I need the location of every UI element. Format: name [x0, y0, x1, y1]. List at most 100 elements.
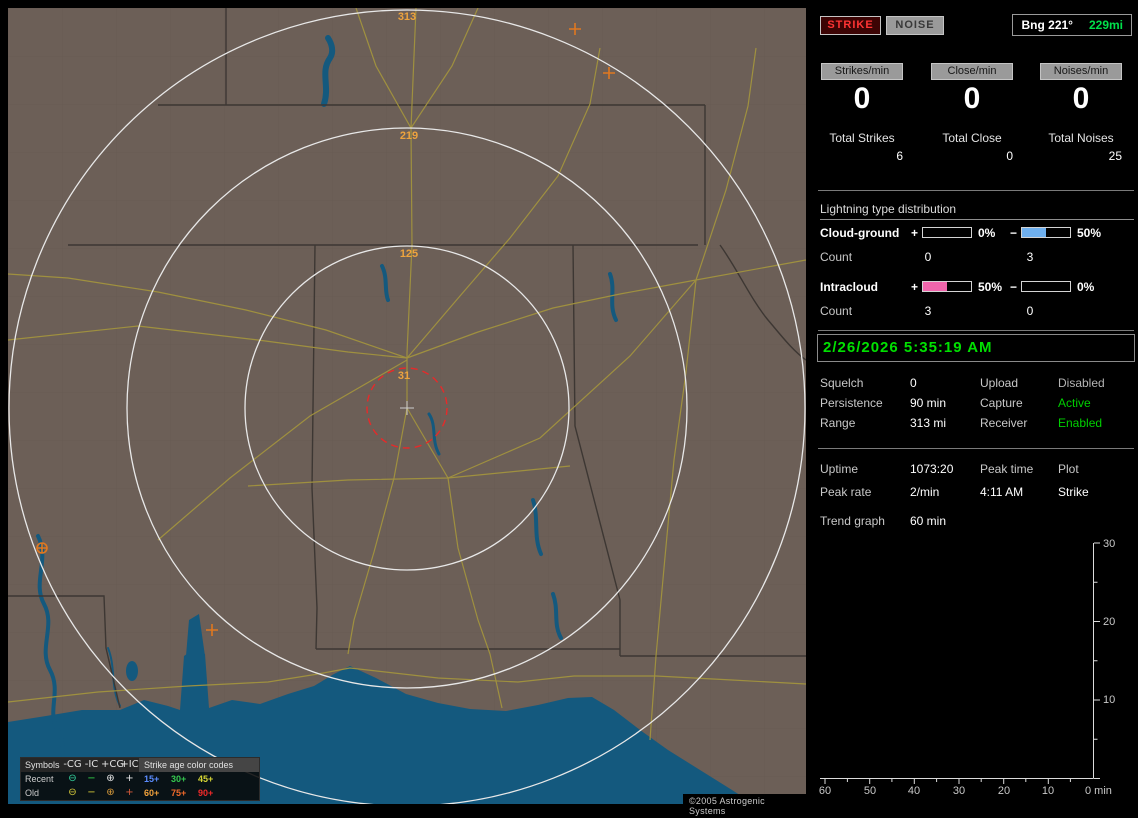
stats-row: Peak rate 2/min 4:11 AM Strike	[814, 485, 1138, 499]
strikes-per-min-value: 0	[853, 82, 871, 115]
ring-label-313: 313	[398, 11, 416, 23]
capture-status: Active	[1058, 396, 1091, 410]
pos-ic-old-icon: +	[125, 787, 134, 798]
cloud-ground-pos-pct: 0%	[978, 226, 996, 240]
age-code: 45+	[198, 774, 214, 784]
x-tick-10: 10	[1042, 785, 1054, 797]
peak-time-header: Peak time	[980, 462, 1034, 476]
copyright-notice: ©2005 Astrogenic Systems	[683, 794, 806, 818]
legend-row-old: Old ⊖ − ⊕ + 60+ 75+ 90+	[21, 786, 259, 800]
strikes-rate-column: Strikes/min 0	[821, 63, 903, 116]
stats-row: Uptime 1073:20 Peak time Plot	[814, 462, 1138, 476]
lightning-map[interactable]: 313 219 125 31	[7, 7, 807, 818]
settings-row: Persistence 90 min Capture Active	[814, 396, 1138, 410]
neg-ic-recent-icon: −	[87, 773, 96, 784]
cloud-ground-count-row: Count 0 3	[814, 250, 1138, 264]
upload-status: Disabled	[1058, 376, 1105, 390]
total-noises-label: Total Noises	[1048, 131, 1114, 145]
distribution-title: Lightning type distribution	[820, 202, 1134, 220]
x-tick-30: 30	[953, 785, 965, 797]
total-noises-value: 25	[1108, 149, 1122, 163]
intracloud-pos-count: 3	[924, 304, 932, 318]
x-tick-20: 20	[998, 785, 1010, 797]
ring-label-219: 219	[400, 130, 418, 142]
legend-age-header: Strike age color codes	[139, 758, 259, 772]
y-tick-30: 30	[1103, 538, 1115, 550]
trend-graph-value: 60 min	[910, 514, 947, 528]
bearing-display: Bng 221° 229mi	[1012, 14, 1132, 36]
legend-col-pos-ic: +IC	[120, 759, 139, 770]
peak-rate-label: Peak rate	[820, 485, 872, 499]
legend-header: Symbols -CG -IC +CG +IC Strike age color…	[21, 758, 259, 772]
y-tick-20: 20	[1103, 616, 1115, 628]
total-strikes-label: Total Strikes	[829, 131, 895, 145]
settings-row: Squelch 0 Upload Disabled	[814, 376, 1138, 390]
ring-label-31: 31	[398, 370, 410, 382]
capture-label: Capture	[980, 396, 1023, 410]
graph-minor-ticks	[846, 581, 1098, 782]
trend-graph: 30 20 10 60 50 40 30 20 10 0 min	[819, 538, 1115, 797]
pos-cg-recent-icon: ⊕	[106, 773, 115, 784]
noise-mode-button[interactable]: NOISE	[886, 16, 944, 35]
status-panel: STRIKE NOISE Bng 221° 229mi Strikes/min 0…	[814, 0, 1138, 812]
receiver-label: Receiver	[980, 416, 1028, 430]
graph-axes	[820, 543, 1094, 779]
legend-col-pos-cg: +CG	[101, 759, 125, 770]
neg-cg-old-icon: ⊖	[68, 787, 77, 798]
plus-sign: +	[911, 226, 919, 240]
intracloud-pos-bar	[922, 281, 972, 292]
cloud-ground-pos-count: 0	[924, 250, 932, 264]
peak-time-value: 4:11 AM	[980, 485, 1024, 499]
age-code: 30+	[171, 774, 187, 784]
minus-sign: −	[1010, 280, 1018, 294]
noises-rate-column: Noises/min 0	[1040, 63, 1122, 116]
close-per-min-button[interactable]: Close/min	[931, 63, 1013, 80]
divider	[818, 330, 1134, 331]
upload-label: Upload	[980, 376, 1019, 390]
neg-ic-old-icon: −	[87, 787, 96, 798]
legend-symbols-header: Symbols	[25, 760, 60, 770]
datetime-display: 2/26/2026 5:35:19 AM	[817, 334, 1135, 362]
minus-sign: −	[1010, 226, 1018, 240]
legend-col-neg-cg: -CG	[63, 759, 82, 770]
uptime-label: Uptime	[820, 462, 859, 476]
intracloud-neg-bar	[1021, 281, 1071, 292]
app-window: 313 219 125 31 Symbols -CG -IC +CG +IC S…	[0, 0, 1138, 818]
legend-row-recent: Recent ⊖ − ⊕ + 15+ 30+ 45+	[21, 772, 259, 786]
age-code: 90+	[198, 788, 214, 798]
cloud-ground-neg-pct: 50%	[1077, 226, 1102, 240]
intracloud-row: Intracloud + 50% − 0%	[820, 280, 1095, 294]
x-tick-50: 50	[864, 785, 876, 797]
strike-mode-button[interactable]: STRIKE	[820, 16, 881, 35]
divider	[818, 448, 1134, 449]
strikes-per-min-button[interactable]: Strikes/min	[821, 63, 903, 80]
x-tick-40: 40	[908, 785, 920, 797]
strike-symbol-cg	[36, 542, 48, 554]
graph-major-ticks	[824, 542, 1100, 784]
close-per-min-value: 0	[963, 82, 981, 115]
age-code: 75+	[171, 788, 187, 798]
squelch-label: Squelch	[820, 376, 864, 390]
noises-per-min-button[interactable]: Noises/min	[1040, 63, 1122, 80]
y-tick-10: 10	[1103, 694, 1115, 706]
total-close-value: 0	[1006, 149, 1013, 163]
noises-per-min-value: 0	[1072, 82, 1090, 115]
cloud-ground-row: Cloud-ground + 0% − 50%	[820, 226, 1102, 240]
intracloud-neg-count: 0	[1026, 304, 1034, 318]
persistence-value: 90 min	[910, 396, 947, 410]
neg-cg-recent-icon: ⊖	[68, 773, 77, 784]
range-label: Range	[820, 416, 856, 430]
divider	[818, 190, 1134, 191]
range-value: 313 mi	[910, 416, 947, 430]
cloud-ground-neg-bar	[1021, 227, 1071, 238]
pos-cg-old-icon: ⊕	[106, 787, 115, 798]
plot-header: Plot	[1058, 462, 1079, 476]
uptime-value: 1073:20	[910, 462, 954, 476]
squelch-value: 0	[910, 376, 917, 390]
intracloud-count-row: Count 3 0	[814, 304, 1138, 318]
map-area[interactable]: 313 219 125 31 Symbols -CG -IC +CG +IC S…	[7, 7, 807, 818]
trend-graph-label: Trend graph	[820, 514, 885, 528]
age-code: 60+	[144, 788, 160, 798]
total-strikes-value: 6	[896, 149, 903, 163]
trend-row: Trend graph 60 min	[814, 514, 1138, 528]
